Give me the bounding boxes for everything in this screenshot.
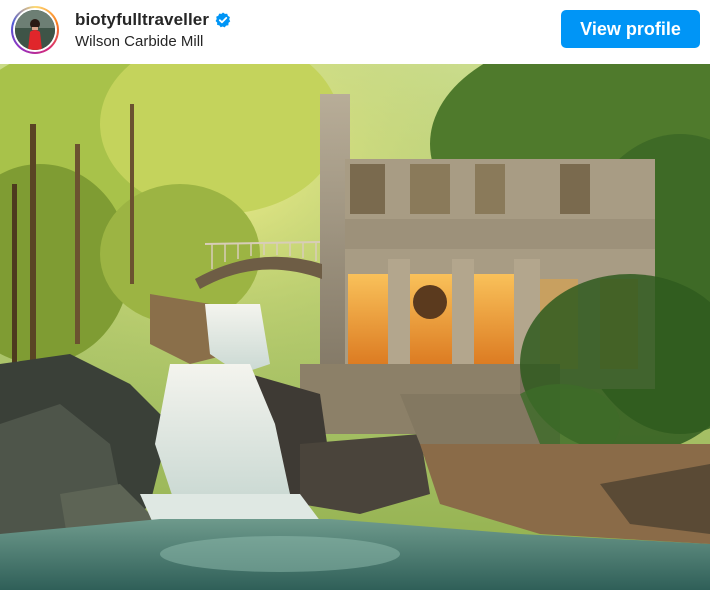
waterfall-mill-image xyxy=(0,64,710,590)
post-photo[interactable] xyxy=(0,64,710,590)
location-link[interactable]: Wilson Carbide Mill xyxy=(75,33,231,50)
avatar-story-ring[interactable] xyxy=(11,6,59,54)
username-link[interactable]: biotyfulltraveller xyxy=(75,10,209,30)
verified-badge-icon xyxy=(215,12,231,28)
user-info: biotyfulltraveller Wilson Carbide Mill xyxy=(75,10,231,50)
view-profile-button[interactable]: View profile xyxy=(561,10,700,48)
avatar-image xyxy=(15,10,55,50)
post-header: biotyfulltraveller Wilson Carbide Mill V… xyxy=(0,0,710,64)
avatar[interactable] xyxy=(15,10,55,50)
